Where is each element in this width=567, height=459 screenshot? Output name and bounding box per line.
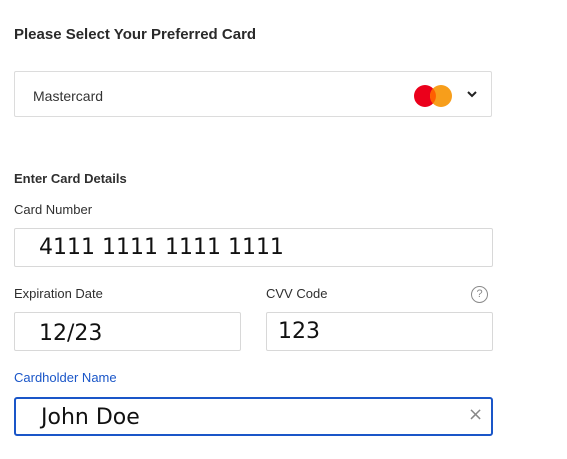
mastercard-logo-icon: [414, 85, 452, 107]
card-details-title: Enter Card Details: [14, 171, 127, 186]
card-number-input[interactable]: 4111 1111 1111 1111: [14, 228, 493, 267]
cvv-value: 123: [278, 319, 320, 344]
help-circle-icon[interactable]: ?: [471, 286, 488, 303]
expiration-date-input[interactable]: 12/23: [14, 312, 241, 351]
cardholder-name-input[interactable]: John Doe ×: [14, 397, 493, 436]
card-number-label: Card Number: [14, 202, 93, 217]
chevron-down-icon[interactable]: [466, 89, 478, 99]
card-type-dropdown[interactable]: Mastercard: [14, 71, 492, 117]
card-select-heading: Please Select Your Preferred Card: [14, 26, 257, 43]
cvv-input[interactable]: 123: [266, 312, 493, 351]
expiration-date-label: Expiration Date: [14, 286, 103, 301]
cardholder-name-label: Cardholder Name: [14, 370, 117, 385]
cardholder-name-value: John Doe: [41, 405, 140, 430]
card-type-selected: Mastercard: [33, 88, 104, 104]
card-number-value: 4111 1111 1111 1111: [39, 235, 284, 260]
expiration-date-value: 12/23: [39, 321, 103, 346]
close-icon[interactable]: ×: [468, 404, 483, 425]
cvv-label: CVV Code: [266, 286, 328, 301]
